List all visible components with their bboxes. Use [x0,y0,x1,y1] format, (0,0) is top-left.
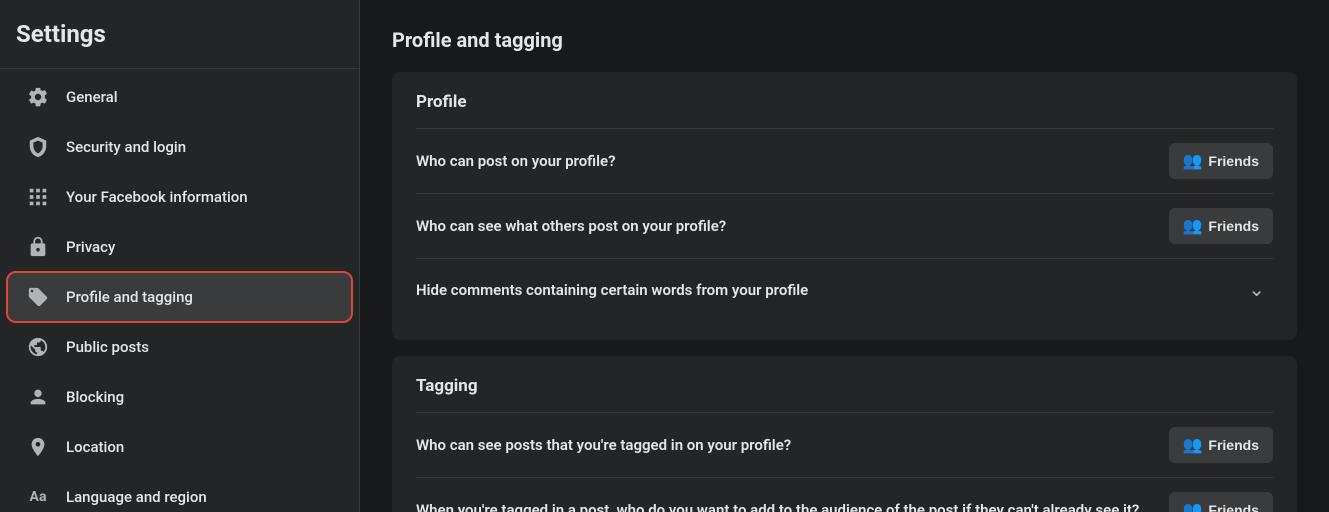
row-label-tagged-audience: When you're tagged in a post, who do you… [416,501,1169,512]
section-tagging: Tagging Who can see posts that you're tag… [392,356,1297,512]
friends-button-tagged-audience[interactable]: 👥 Friends [1169,492,1274,512]
section-profile: Profile Who can post on your profile? 👥 Fri… [392,72,1297,340]
row-hide-comments: Hide comments containing certain words f… [416,258,1273,320]
sidebar-item-label-privacy: Privacy [66,238,115,256]
row-label-tagged-posts: Who can see posts that you're tagged in … [416,436,1169,454]
sidebar-item-public-posts[interactable]: Public posts [8,323,351,371]
sidebar-item-label-facebook-info: Your Facebook information [66,188,248,206]
friends-button-who-post[interactable]: 👥 Friends [1169,143,1274,179]
public-posts-icon [24,333,52,361]
row-who-post: Who can post on your profile? 👥 Friends [416,128,1273,193]
sidebar-item-label-security: Security and login [66,138,186,156]
sidebar-item-blocking[interactable]: Blocking [8,373,351,421]
friends-label: Friends [1208,437,1259,453]
language-icon: Aa [24,483,52,511]
row-label-who-see-others: Who can see what others post on your pro… [416,217,1169,235]
sidebar-item-general[interactable]: General [8,73,351,121]
sidebar-item-label-blocking: Blocking [66,388,124,406]
chevron-button-hide-comments[interactable]: ⌄ [1240,273,1273,306]
section-title-tagging: Tagging [416,376,1273,396]
chevron-down-icon: ⌄ [1248,279,1265,301]
sidebar-title: Settings [0,20,359,64]
profile-tagging-icon [24,283,52,311]
sidebar-divider [0,68,359,69]
section-title-profile: Profile [416,92,1273,112]
sidebar-item-language[interactable]: Aa Language and region [8,473,351,512]
sidebar-item-label-general: General [66,88,118,106]
row-label-hide-comments: Hide comments containing certain words f… [416,281,1240,299]
friends-button-who-see-others[interactable]: 👥 Friends [1169,208,1274,244]
friends-label: Friends [1208,153,1259,169]
privacy-icon [24,233,52,261]
row-who-see-others: Who can see what others post on your pro… [416,193,1273,258]
sidebar-item-privacy[interactable]: Privacy [8,223,351,271]
sidebar-item-facebook-info[interactable]: Your Facebook information [8,173,351,221]
main-content: Profile and tagging Profile Who can post … [360,0,1329,512]
sidebar-item-security[interactable]: Security and login [8,123,351,171]
sidebar-item-location[interactable]: Location [8,423,351,471]
sidebar-item-label-profile-tagging: Profile and tagging [66,288,193,306]
friends-icon: 👥 [1183,151,1203,171]
general-icon [24,83,52,111]
blocking-icon [24,383,52,411]
sidebar-item-label-public-posts: Public posts [66,338,149,356]
sidebar-item-profile-tagging[interactable]: Profile and tagging [8,273,351,321]
row-label-who-post: Who can post on your profile? [416,152,1169,170]
sidebar: Settings General Security and login Your F… [0,0,360,512]
row-tagged-posts: Who can see posts that you're tagged in … [416,412,1273,477]
security-icon [24,133,52,161]
friends-icon: 👥 [1183,435,1203,455]
facebook-info-icon [24,183,52,211]
page-title: Profile and tagging [392,28,1297,52]
row-tagged-audience: When you're tagged in a post, who do you… [416,477,1273,512]
location-icon [24,433,52,461]
sidebar-item-label-location: Location [66,438,124,456]
sidebar-item-label-language: Language and region [66,488,207,506]
friends-icon: 👥 [1183,500,1203,512]
friends-button-tagged-posts[interactable]: 👥 Friends [1169,427,1274,463]
friends-icon: 👥 [1183,216,1203,236]
friends-label: Friends [1208,218,1259,234]
friends-label: Friends [1208,502,1259,512]
